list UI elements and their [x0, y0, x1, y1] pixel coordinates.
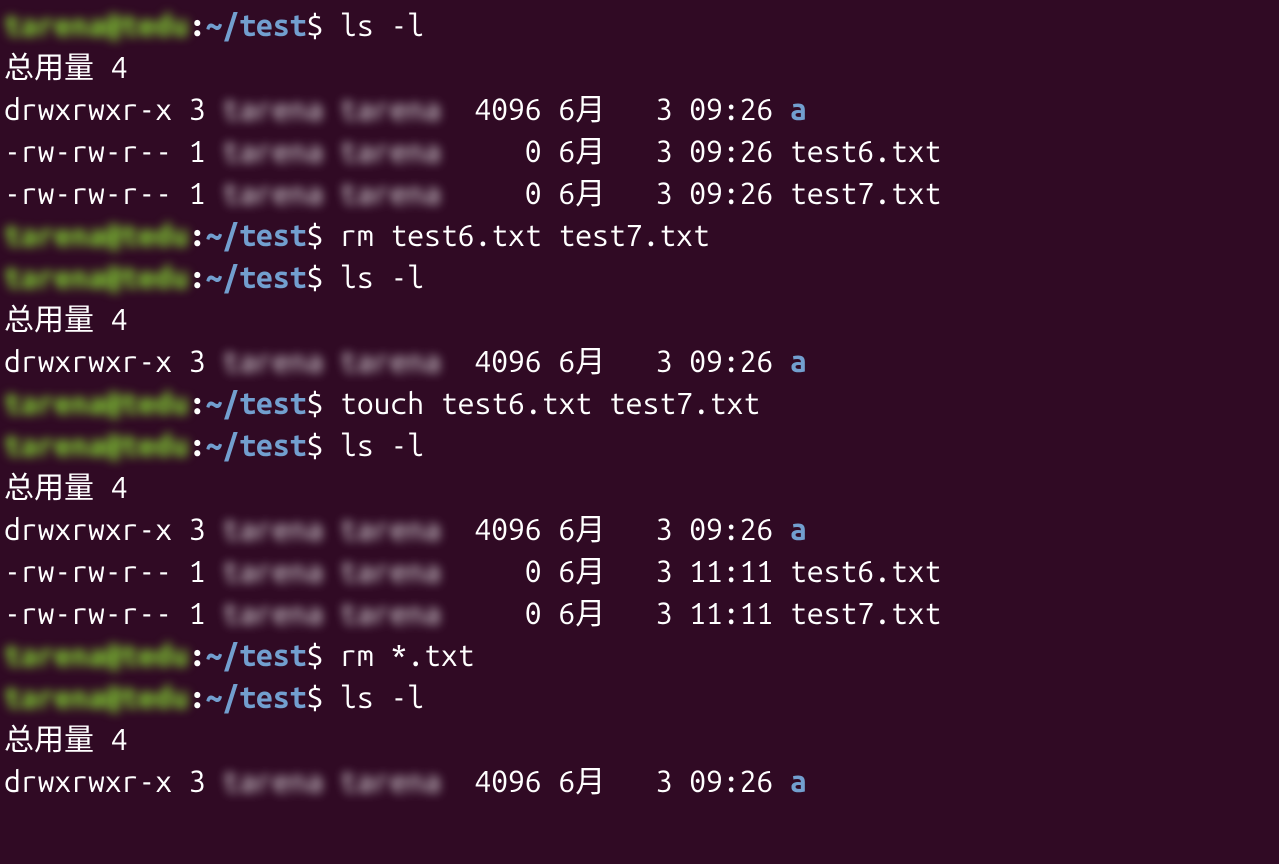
prompt-path-dir: /test — [222, 260, 306, 294]
prompt-path-dir: /test — [222, 218, 306, 252]
file-permissions: -rw-rw-r-- 1 — [4, 134, 222, 168]
prompt-separator: : — [189, 638, 206, 672]
prompt-line: tarena@tedu:~/test$ ls -l — [4, 256, 1275, 298]
prompt-path-tilde: ~ — [206, 386, 223, 420]
file-permissions: -rw-rw-r-- 1 — [4, 176, 222, 210]
user-host-blurred: tarena@tedu — [4, 214, 189, 256]
command-text: ls -l — [340, 428, 424, 462]
directory-name: a — [790, 512, 807, 546]
user-host-blurred: tarena@tedu — [4, 634, 189, 676]
file-size-date: 0 6月 3 09:26 — [441, 176, 790, 210]
file-size-date: 0 6月 3 09:26 — [441, 134, 790, 168]
prompt-dollar: $ — [306, 428, 340, 462]
file-permissions: -rw-rw-r-- 1 — [4, 554, 222, 588]
prompt-dollar: $ — [306, 218, 340, 252]
command-text: rm *.txt — [340, 638, 474, 672]
user-host-blurred: tarena@tedu — [4, 676, 189, 718]
command-text: rm test6.txt test7.txt — [340, 218, 710, 252]
prompt-path-dir: /test — [222, 8, 306, 42]
file-permissions: -rw-rw-r-- 1 — [4, 596, 222, 630]
prompt-path-tilde: ~ — [206, 680, 223, 714]
file-name: test6.txt — [790, 554, 941, 588]
file-permissions: drwxrwxr-x 3 — [4, 344, 222, 378]
prompt-separator: : — [189, 260, 206, 294]
directory-name: a — [790, 764, 807, 798]
prompt-dollar: $ — [306, 260, 340, 294]
prompt-dollar: $ — [306, 386, 340, 420]
prompt-line: tarena@tedu:~/test$ touch test6.txt test… — [4, 382, 1275, 424]
file-permissions: drwxrwxr-x 3 — [4, 92, 222, 126]
file-size-date: 4096 6月 3 09:26 — [441, 512, 790, 546]
output-line: 总用量 4 — [4, 46, 1275, 88]
output-line: 总用量 4 — [4, 718, 1275, 760]
file-name: test6.txt — [790, 134, 941, 168]
ls-row: -rw-rw-r-- 1 tarena tarena 0 6月 3 11:11 … — [4, 592, 1275, 634]
prompt-line: tarena@tedu:~/test$ ls -l — [4, 4, 1275, 46]
directory-name: a — [790, 344, 807, 378]
ls-row: drwxrwxr-x 3 tarena tarena 4096 6月 3 09:… — [4, 340, 1275, 382]
prompt-separator: : — [189, 680, 206, 714]
ls-row: drwxrwxr-x 3 tarena tarena 4096 6月 3 09:… — [4, 508, 1275, 550]
prompt-path-dir: /test — [222, 386, 306, 420]
file-size-date: 4096 6月 3 09:26 — [441, 344, 790, 378]
user-host-blurred: tarena@tedu — [4, 4, 189, 46]
prompt-separator: : — [189, 386, 206, 420]
owner-group-blurred: tarena tarena — [222, 340, 440, 382]
file-permissions: drwxrwxr-x 3 — [4, 512, 222, 546]
ls-row: drwxrwxr-x 3 tarena tarena 4096 6月 3 09:… — [4, 760, 1275, 802]
owner-group-blurred: tarena tarena — [222, 508, 440, 550]
prompt-path-dir: /test — [222, 428, 306, 462]
user-host-blurred: tarena@tedu — [4, 424, 189, 466]
command-text: ls -l — [340, 260, 424, 294]
owner-group-blurred: tarena tarena — [222, 88, 440, 130]
file-size-date: 4096 6月 3 09:26 — [441, 92, 790, 126]
directory-name: a — [790, 92, 807, 126]
terminal-output[interactable]: tarena@tedu:~/test$ ls -l总用量 4drwxrwxr-x… — [4, 4, 1275, 802]
command-text: ls -l — [340, 8, 424, 42]
ls-row: drwxrwxr-x 3 tarena tarena 4096 6月 3 09:… — [4, 88, 1275, 130]
prompt-separator: : — [189, 8, 206, 42]
output-line: 总用量 4 — [4, 298, 1275, 340]
prompt-line: tarena@tedu:~/test$ rm *.txt — [4, 634, 1275, 676]
ls-row: -rw-rw-r-- 1 tarena tarena 0 6月 3 09:26 … — [4, 130, 1275, 172]
file-permissions: drwxrwxr-x 3 — [4, 764, 222, 798]
file-name: test7.txt — [790, 596, 941, 630]
prompt-path-tilde: ~ — [206, 218, 223, 252]
file-size-date: 4096 6月 3 09:26 — [441, 764, 790, 798]
prompt-separator: : — [189, 428, 206, 462]
prompt-line: tarena@tedu:~/test$ ls -l — [4, 424, 1275, 466]
prompt-path-dir: /test — [222, 680, 306, 714]
owner-group-blurred: tarena tarena — [222, 550, 440, 592]
file-size-date: 0 6月 3 11:11 — [441, 596, 790, 630]
prompt-path-dir: /test — [222, 638, 306, 672]
prompt-path-tilde: ~ — [206, 260, 223, 294]
file-name: test7.txt — [790, 176, 941, 210]
command-text: touch test6.txt test7.txt — [340, 386, 760, 420]
user-host-blurred: tarena@tedu — [4, 256, 189, 298]
prompt-path-tilde: ~ — [206, 8, 223, 42]
prompt-dollar: $ — [306, 8, 340, 42]
prompt-separator: : — [189, 218, 206, 252]
owner-group-blurred: tarena tarena — [222, 172, 440, 214]
prompt-line: tarena@tedu:~/test$ ls -l — [4, 676, 1275, 718]
prompt-dollar: $ — [306, 638, 340, 672]
user-host-blurred: tarena@tedu — [4, 382, 189, 424]
prompt-line: tarena@tedu:~/test$ rm test6.txt test7.t… — [4, 214, 1275, 256]
output-line: 总用量 4 — [4, 466, 1275, 508]
prompt-path-tilde: ~ — [206, 428, 223, 462]
owner-group-blurred: tarena tarena — [222, 592, 440, 634]
command-text: ls -l — [340, 680, 424, 714]
ls-row: -rw-rw-r-- 1 tarena tarena 0 6月 3 09:26 … — [4, 172, 1275, 214]
prompt-dollar: $ — [306, 680, 340, 714]
prompt-path-tilde: ~ — [206, 638, 223, 672]
file-size-date: 0 6月 3 11:11 — [441, 554, 790, 588]
owner-group-blurred: tarena tarena — [222, 760, 440, 802]
owner-group-blurred: tarena tarena — [222, 130, 440, 172]
ls-row: -rw-rw-r-- 1 tarena tarena 0 6月 3 11:11 … — [4, 550, 1275, 592]
